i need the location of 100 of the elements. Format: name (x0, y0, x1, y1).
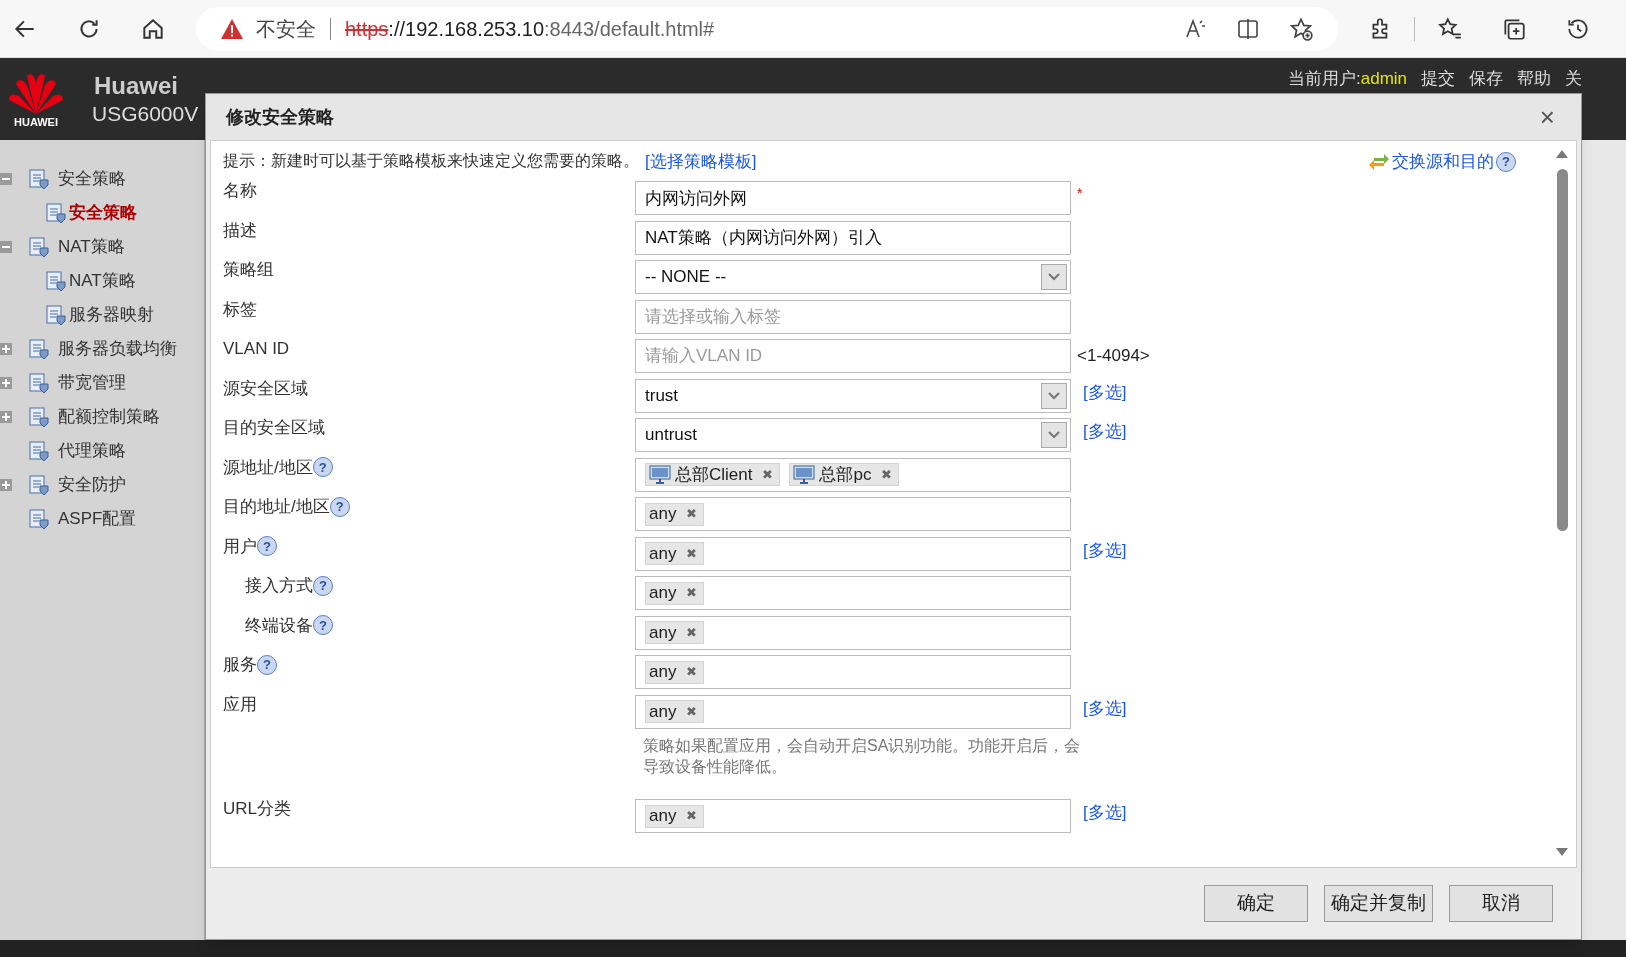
scroll-up-icon[interactable] (1555, 149, 1569, 159)
dialog-button[interactable]: 取消 (1449, 885, 1553, 922)
document-icon (28, 236, 50, 258)
field-label: 源安全区域 (223, 377, 308, 400)
expand-icon[interactable] (0, 377, 12, 389)
select-field[interactable]: trust (635, 378, 1071, 413)
input-field[interactable]: 内网访问外网 (635, 181, 1071, 215)
field-label: 标签 (223, 298, 257, 321)
header-link[interactable]: 保存 (1469, 66, 1504, 92)
remove-icon[interactable]: ✖ (686, 662, 698, 682)
remove-icon[interactable]: ✖ (881, 464, 893, 485)
scroll-thumb[interactable] (1556, 169, 1568, 531)
tag-field[interactable]: any ✖ (635, 536, 1071, 571)
tag-field[interactable]: any ✖ (635, 615, 1071, 650)
document-icon (45, 270, 67, 292)
multi-select-link[interactable]: [多选] (1083, 537, 1127, 563)
document-icon (45, 202, 67, 224)
tag-label: any (649, 621, 677, 644)
field-label: 用户 (223, 535, 257, 558)
sidebar-item[interactable]: 安全防护 (58, 472, 126, 498)
required-mark: * (1077, 184, 1083, 203)
remove-icon[interactable]: ✖ (686, 701, 698, 722)
tag-field[interactable]: any ✖ (635, 497, 1071, 531)
remove-icon[interactable]: ✖ (686, 622, 698, 643)
select-field[interactable]: untrust (635, 418, 1071, 452)
chevron-down-icon[interactable] (1041, 422, 1067, 448)
security-label: 不安全 (256, 16, 316, 42)
sidebar-item[interactable]: 配额控制策略 (58, 404, 160, 430)
tag-field[interactable]: any ✖ (635, 694, 1071, 729)
expand-icon[interactable] (0, 343, 12, 355)
multi-select-link[interactable]: [多选] (1083, 419, 1127, 445)
sidebar-item[interactable]: 服务器映射 (69, 302, 154, 328)
tag-field[interactable]: any ✖ (635, 576, 1071, 610)
close-button[interactable]: × (1539, 104, 1555, 130)
tag-field[interactable]: any ✖ (635, 655, 1071, 689)
help-icon[interactable]: ? (313, 615, 333, 636)
multi-select-link[interactable]: [多选] (1083, 379, 1127, 405)
header-link[interactable]: 帮助 (1517, 66, 1552, 92)
template-link[interactable]: [选择策略模板] (645, 149, 757, 175)
select-field[interactable]: -- NONE -- (635, 260, 1071, 294)
swap-link[interactable]: 交换源和目的 (1392, 149, 1494, 175)
add-favorite-icon[interactable] (1288, 15, 1314, 42)
dialog-button[interactable]: 确定并复制 (1324, 885, 1433, 922)
header-link[interactable]: 提交 (1421, 66, 1456, 92)
remove-icon[interactable]: ✖ (686, 543, 698, 564)
expand-icon[interactable] (0, 411, 12, 423)
field-label: 应用 (223, 693, 257, 716)
url-text[interactable]: https://192.168.253.10:8443/default.html# (345, 13, 715, 44)
sidebar-item[interactable]: ASPF配置 (58, 506, 137, 532)
tag-label: 总部pc (819, 463, 872, 486)
field-label: 接入方式 (245, 575, 313, 597)
collapse-icon[interactable] (0, 241, 12, 253)
scroll-down-icon[interactable] (1555, 847, 1569, 857)
sidebar-item[interactable]: NAT策略 (69, 268, 136, 294)
sidebar-item[interactable]: NAT策略 (58, 234, 125, 260)
sidebar-item[interactable]: 服务器负载均衡 (58, 336, 177, 362)
multi-select-link[interactable]: [多选] (1083, 800, 1127, 826)
chevron-down-icon[interactable] (1041, 382, 1067, 409)
favorites-icon[interactable] (1437, 15, 1463, 42)
document-icon (28, 372, 50, 394)
remove-icon[interactable]: ✖ (762, 464, 774, 485)
field-label: URL分类 (223, 798, 291, 820)
address-bar[interactable]: 不安全 https://192.168.253.10:8443/default.html# (196, 6, 1338, 51)
sidebar-item[interactable]: 安全策略 (69, 200, 137, 226)
help-icon[interactable]: ? (257, 536, 277, 557)
input-field[interactable]: NAT策略（内网访问外网）引入 (635, 220, 1071, 255)
multi-select-link[interactable]: [多选] (1083, 695, 1127, 721)
warning-icon (220, 17, 244, 40)
remove-icon[interactable]: ✖ (686, 504, 698, 524)
field-label: 名称 (223, 180, 257, 202)
header-link[interactable]: 关 (1565, 66, 1583, 92)
help-icon[interactable]: ? (1496, 151, 1516, 172)
sidebar-item[interactable]: 带宽管理 (58, 370, 126, 396)
tag-label: any (649, 700, 677, 723)
help-icon[interactable]: ? (257, 654, 277, 675)
collapse-icon[interactable] (0, 173, 12, 185)
tag-label: any (649, 805, 677, 828)
expand-icon[interactable] (0, 479, 12, 491)
field-label: 目的安全区域 (223, 417, 325, 439)
field-label: VLAN ID (223, 338, 290, 360)
remove-icon[interactable]: ✖ (686, 806, 698, 826)
chevron-down-icon[interactable] (1041, 264, 1067, 290)
help-icon[interactable]: ? (313, 575, 333, 596)
sidebar-item[interactable]: 安全策略 (58, 166, 126, 192)
tag-label: any (649, 661, 677, 684)
input-field[interactable]: 请选择或输入标签 (635, 299, 1071, 334)
dialog-button[interactable]: 确定 (1204, 885, 1308, 922)
input-field[interactable]: 请输入VLAN ID (635, 339, 1071, 373)
note-text: 策略如果配置应用，会自动开启SA识别功能。功能开启后，会导致设备性能降低。 (643, 736, 1082, 777)
tag-field[interactable]: 总部Client ✖ 总部pc ✖ (635, 457, 1071, 492)
sidebar-item[interactable]: 代理策略 (58, 438, 126, 464)
help-icon[interactable]: ? (329, 496, 350, 517)
split-screen-icon[interactable] (1236, 16, 1260, 41)
tag-field[interactable]: any ✖ (635, 799, 1071, 833)
range-hint: <1-4094> (1077, 345, 1150, 367)
document-icon (28, 338, 50, 360)
help-icon[interactable]: ? (312, 457, 333, 478)
brand-name: Huawei (94, 72, 180, 100)
remove-icon[interactable]: ✖ (686, 583, 698, 603)
logo-text: HUAWEI (14, 115, 58, 130)
